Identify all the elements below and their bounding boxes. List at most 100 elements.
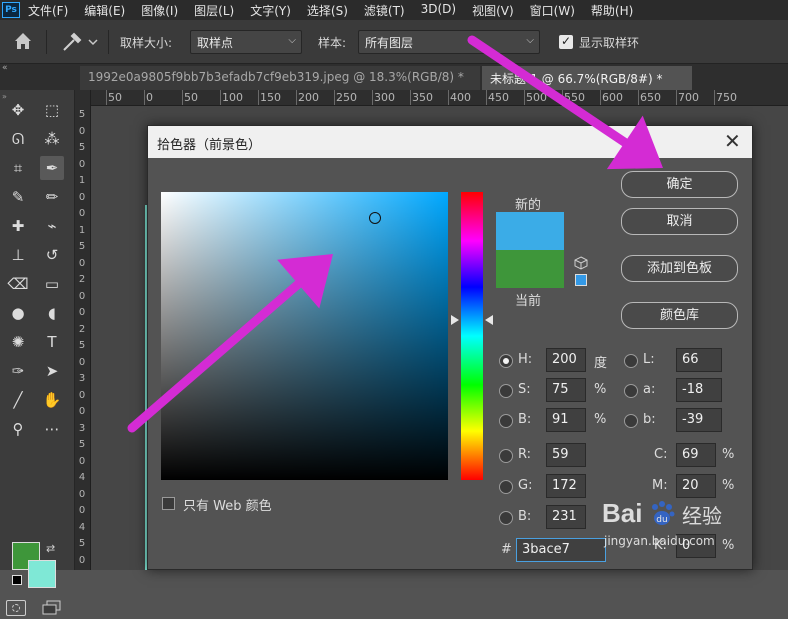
brightness-radio[interactable] xyxy=(499,414,513,428)
hex-input[interactable]: 3bace7 xyxy=(516,538,606,562)
gradient-tool-icon[interactable]: ▭ xyxy=(40,272,64,296)
blur-tool-icon[interactable]: ● xyxy=(6,301,30,325)
current-color-label: 当前 xyxy=(515,294,542,309)
path-selection-tool-icon[interactable]: ➤ xyxy=(40,359,64,383)
add-to-swatches-button[interactable]: 添加到色板 xyxy=(621,255,738,282)
sample-size-dropdown[interactable]: 取样点 ⌵ xyxy=(190,30,302,54)
green-radio[interactable] xyxy=(499,480,513,494)
marquee-tool-icon[interactable]: ⬚ xyxy=(40,98,64,122)
tab-document-1[interactable]: 1992e0a9805f9bb7b3efadb7cf9eb319.jpeg @ … xyxy=(80,66,480,90)
zoom-tool-icon[interactable]: ⚲ xyxy=(6,417,30,441)
menu-item[interactable]: 图像(I) xyxy=(141,2,178,19)
red-radio[interactable] xyxy=(499,449,513,463)
saturation-brightness-field[interactable] xyxy=(161,192,448,480)
hue-unit: 度 xyxy=(594,356,608,371)
default-colors-icon[interactable] xyxy=(12,575,22,585)
close-icon[interactable]: ✕ xyxy=(724,129,741,153)
screen-mode-icon[interactable] xyxy=(42,600,62,616)
hue-slider-right-handle[interactable] xyxy=(485,315,493,325)
menu-item[interactable]: 文字(Y) xyxy=(250,2,291,19)
healing-brush-tool-icon[interactable]: ✚ xyxy=(6,214,30,238)
collapse-icon[interactable]: « xyxy=(2,63,8,73)
dodge-tool-icon[interactable]: ◖ xyxy=(40,301,64,325)
quick-mask-icon[interactable] xyxy=(6,600,26,616)
lab-l-radio[interactable] xyxy=(624,354,638,368)
eyedropper-tool-icon[interactable]: ✒ xyxy=(40,156,64,180)
lab-l-label: L: xyxy=(643,352,655,367)
brush-tool-icon[interactable]: ✎ xyxy=(6,185,30,209)
cyan-input[interactable]: 69 xyxy=(676,443,716,467)
hue-slider[interactable] xyxy=(461,192,483,480)
swap-colors-icon[interactable]: ⇄ xyxy=(46,542,55,555)
pencil-tool-icon[interactable]: ✏ xyxy=(40,185,64,209)
ruler-tick-label: 3 xyxy=(78,373,86,384)
menu-item[interactable]: 视图(V) xyxy=(472,2,514,19)
lab-b-radio[interactable] xyxy=(624,414,638,428)
type-tool-icon[interactable]: T xyxy=(40,330,64,354)
lasso-tool-icon[interactable]: ᘏ xyxy=(6,127,30,151)
lab-l-input[interactable]: 66 xyxy=(676,348,722,372)
blue-radio[interactable] xyxy=(499,511,513,525)
ruler-tick xyxy=(106,90,107,105)
menu-item[interactable]: 3D(D) xyxy=(421,2,456,19)
pen-tool-icon[interactable]: ✑ xyxy=(6,359,30,383)
history-brush-tool-icon[interactable]: ↺ xyxy=(40,243,64,267)
lab-a-label: a: xyxy=(643,382,656,397)
cyan-label: C: xyxy=(654,447,668,462)
ruler-tick-label: 0 xyxy=(78,208,86,219)
menu-item[interactable]: 文件(F) xyxy=(28,2,68,19)
sample-dropdown[interactable]: 所有图层 ⌵ xyxy=(358,30,540,54)
baidu-url-text: jingyan.baidu.com xyxy=(604,534,715,548)
hand-tool-icon[interactable]: ✋ xyxy=(40,388,64,412)
mixer-brush-tool-icon[interactable]: ⌁ xyxy=(40,214,64,238)
menu-item[interactable]: 滤镜(T) xyxy=(364,2,405,19)
color-libraries-button[interactable]: 颜色库 xyxy=(621,302,738,329)
green-input[interactable]: 172 xyxy=(546,474,586,498)
red-input[interactable]: 59 xyxy=(546,443,586,467)
saturation-radio[interactable] xyxy=(499,384,513,398)
sample-size-label: 取样大小: xyxy=(120,36,173,50)
web-safe-color-swatch[interactable] xyxy=(575,274,587,286)
sponge-tool-icon[interactable]: ✺ xyxy=(6,330,30,354)
more-tools-icon[interactable]: ⋯ xyxy=(40,417,64,441)
magic-wand-tool-icon[interactable]: ⁂ xyxy=(40,127,64,151)
current-color-swatch[interactable] xyxy=(496,250,564,288)
eyedropper-preset-icon[interactable] xyxy=(60,30,100,54)
crop-tool-icon[interactable]: ⌗ xyxy=(6,156,30,180)
lab-a-radio[interactable] xyxy=(624,384,638,398)
out-of-gamut-cube-icon[interactable] xyxy=(574,256,588,270)
lab-a-input[interactable]: -18 xyxy=(676,378,722,402)
web-colors-only-checkbox[interactable] xyxy=(162,497,175,510)
ruler-tick-label: 5 xyxy=(78,241,86,252)
menu-item[interactable]: 帮助(H) xyxy=(591,2,633,19)
saturation-unit: % xyxy=(594,382,607,397)
home-icon[interactable] xyxy=(12,30,34,52)
background-color-swatch[interactable] xyxy=(28,560,56,588)
menu-item[interactable]: 选择(S) xyxy=(307,2,348,19)
menu-item[interactable]: 图层(L) xyxy=(194,2,234,19)
line-tool-icon[interactable]: ╱ xyxy=(6,388,30,412)
ruler-tick-label: 1 xyxy=(78,175,86,186)
eraser-tool-icon[interactable]: ⌫ xyxy=(6,272,30,296)
cancel-button[interactable]: 取消 xyxy=(621,208,738,235)
red-label: R: xyxy=(518,447,532,462)
move-tool-icon[interactable]: ✥ xyxy=(6,98,30,122)
menu-item[interactable]: 窗口(W) xyxy=(530,2,575,19)
ruler-tick-label: 200 xyxy=(298,91,319,104)
show-ring-checkbox[interactable]: ✓ xyxy=(559,35,573,49)
hue-slider-left-handle[interactable] xyxy=(451,315,459,325)
brightness-input[interactable]: 91 xyxy=(546,408,586,432)
menu-item[interactable]: 编辑(E) xyxy=(84,2,125,19)
hue-input[interactable]: 200 xyxy=(546,348,586,372)
magenta-input[interactable]: 20 xyxy=(676,474,716,498)
saturation-input[interactable]: 75 xyxy=(546,378,586,402)
blue-input[interactable]: 231 xyxy=(546,505,586,529)
tab-document-2[interactable]: 未标题-1 @ 66.7%(RGB/8#) * xyxy=(482,66,692,90)
ruler-tick-label: 0 xyxy=(78,125,86,137)
stamp-tool-icon[interactable]: ⊥ xyxy=(6,243,30,267)
ruler-tick-label: 5 xyxy=(78,109,86,120)
lab-b-input[interactable]: -39 xyxy=(676,408,722,432)
document-tab-bar: « 1992e0a9805f9bb7b3efadb7cf9eb319.jpeg … xyxy=(0,63,788,90)
hue-radio[interactable] xyxy=(499,354,513,368)
ok-button[interactable]: 确定 xyxy=(621,171,738,198)
